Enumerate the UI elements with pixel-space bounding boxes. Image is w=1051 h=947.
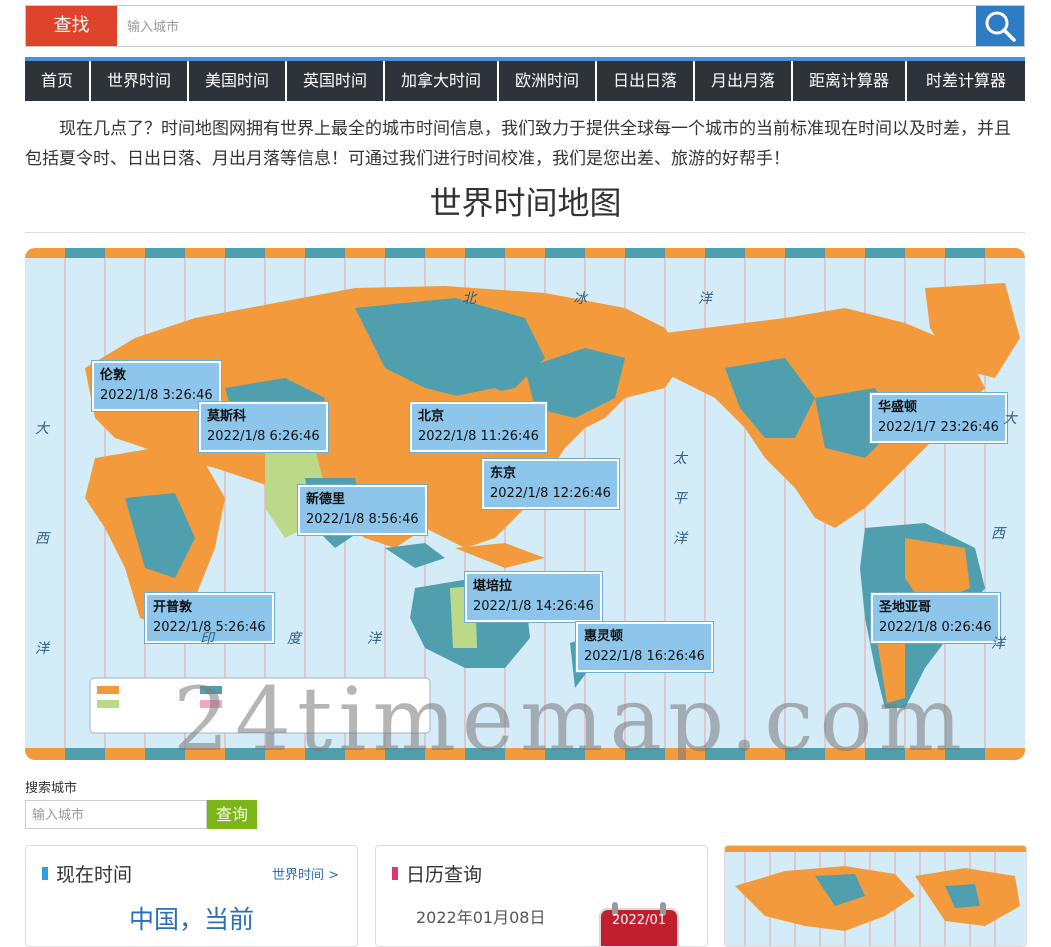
search-city-label: 搜索城市 — [25, 781, 78, 796]
nav-us-time[interactable]: 美国时间 — [189, 61, 287, 101]
nav-time-difference-calculator[interactable]: 时差计算器 — [907, 61, 1025, 101]
clock-washington[interactable]: 华盛顿 2022/1/7 23:26:46 — [870, 393, 1007, 443]
clock-city: 伦敦 — [100, 368, 127, 383]
divider — [25, 232, 1025, 233]
search-city-input[interactable] — [25, 800, 207, 829]
clock-city: 开普敦 — [153, 600, 193, 615]
mini-map-card[interactable] — [724, 845, 1027, 947]
nav-world-time[interactable]: 世界时间 — [91, 61, 189, 101]
top-search-bar: 查找 — [25, 5, 1025, 47]
clock-city: 莫斯科 — [207, 409, 247, 424]
clock-time: 2022/1/7 23:26:46 — [878, 420, 999, 435]
calendar-icon[interactable]: 2022/01 — [598, 902, 680, 946]
ocean-label: 印 — [200, 631, 214, 647]
search-icon — [985, 11, 1016, 42]
search-city-button[interactable]: 查询 — [207, 800, 257, 829]
clock-moscow[interactable]: 莫斯科 2022/1/8 6:26:46 — [199, 402, 328, 452]
nav-canada-time[interactable]: 加拿大时间 — [385, 61, 499, 101]
mini-map-graphic — [725, 846, 1026, 946]
nav-home[interactable]: 首页 — [25, 61, 91, 101]
clock-time: 2022/1/8 3:26:46 — [100, 388, 213, 403]
city-search-input[interactable] — [117, 6, 977, 46]
clock-city: 惠灵顿 — [584, 629, 624, 644]
nav-uk-time[interactable]: 英国时间 — [287, 61, 385, 101]
ocean-label: 大 — [1003, 411, 1017, 427]
clock-santiago[interactable]: 圣地亚哥 2022/1/8 0:26:46 — [871, 593, 1000, 643]
card-accent — [42, 867, 48, 880]
search-button[interactable] — [976, 6, 1024, 46]
world-time-link[interactable]: 世界时间 > — [272, 864, 339, 883]
nav-moonrise-moonset[interactable]: 月出月落 — [695, 61, 793, 101]
clock-city: 华盛顿 — [878, 400, 918, 415]
calendar-date: 2022年01月08日 — [416, 908, 546, 927]
nav-europe-time[interactable]: 欧洲时间 — [499, 61, 597, 101]
world-time-map[interactable]: 24timemap.com 伦敦 2022/1/8 3:26:46 莫斯科 20… — [25, 248, 1025, 760]
ocean-label: 大 — [35, 421, 49, 437]
clock-time: 2022/1/8 0:26:46 — [879, 620, 992, 635]
clock-beijing[interactable]: 北京 2022/1/8 11:26:46 — [410, 402, 547, 452]
ocean-label: 太 — [673, 451, 687, 467]
ocean-label: 洋 — [991, 636, 1005, 652]
ocean-label: 度 — [287, 631, 301, 647]
clock-new-delhi[interactable]: 新德里 2022/1/8 8:56:46 — [298, 485, 427, 535]
clock-time: 2022/1/8 14:26:46 — [473, 599, 594, 614]
ocean-label: 北 — [462, 291, 476, 307]
clock-canberra[interactable]: 堪培拉 2022/1/8 14:26:46 — [465, 572, 602, 622]
ocean-label: 洋 — [35, 641, 49, 657]
ocean-label: 平 — [673, 491, 687, 507]
intro-text: 现在几点了？时间地图网拥有世界上最全的城市时间信息，我们致力于提供全球每一个城市… — [25, 119, 1011, 169]
calendar-badge: 2022/01 — [611, 913, 666, 928]
ocean-label: 西 — [35, 531, 49, 547]
page-title: 世界时间地图 — [429, 184, 622, 222]
ocean-label: 冰 — [573, 291, 587, 307]
clock-city: 堪培拉 — [473, 579, 513, 594]
nav-distance-calculator[interactable]: 距离计算器 — [793, 61, 907, 101]
ocean-label: 洋 — [673, 531, 687, 547]
search-label[interactable]: 查找 — [26, 6, 117, 46]
clock-time: 2022/1/8 16:26:46 — [584, 649, 705, 664]
clock-wellington[interactable]: 惠灵顿 2022/1/8 16:26:46 — [576, 622, 713, 672]
ocean-label: 洋 — [367, 631, 381, 647]
clock-time: 2022/1/8 11:26:46 — [418, 429, 539, 444]
clock-time: 2022/1/8 8:56:46 — [306, 512, 419, 527]
main-nav: 首页 世界时间 美国时间 英国时间 加拿大时间 欧洲时间 日出日落 月出月落 距… — [25, 57, 1025, 101]
card-title: 现在时间 — [56, 864, 133, 886]
clock-tokyo[interactable]: 东京 2022/1/8 12:26:46 — [482, 459, 619, 509]
current-time-card: 现在时间 世界时间 > 中国，当前 — [25, 845, 358, 947]
card-title: 日历查询 — [406, 864, 483, 886]
ocean-label: 洋 — [698, 291, 712, 307]
current-location-headline: 中国，当前 — [128, 905, 254, 934]
calendar-card: 日历查询 2022年01月08日 2022/01 — [375, 845, 708, 947]
card-accent — [392, 867, 398, 880]
nav-sunrise-sunset[interactable]: 日出日落 — [597, 61, 695, 101]
clock-time: 2022/1/8 6:26:46 — [207, 429, 320, 444]
clock-time: 2022/1/8 12:26:46 — [490, 486, 611, 501]
clock-city: 圣地亚哥 — [879, 600, 932, 615]
clock-city: 北京 — [418, 409, 445, 424]
clock-city: 东京 — [490, 466, 517, 481]
ocean-label: 西 — [991, 526, 1005, 542]
clock-city: 新德里 — [306, 492, 346, 507]
